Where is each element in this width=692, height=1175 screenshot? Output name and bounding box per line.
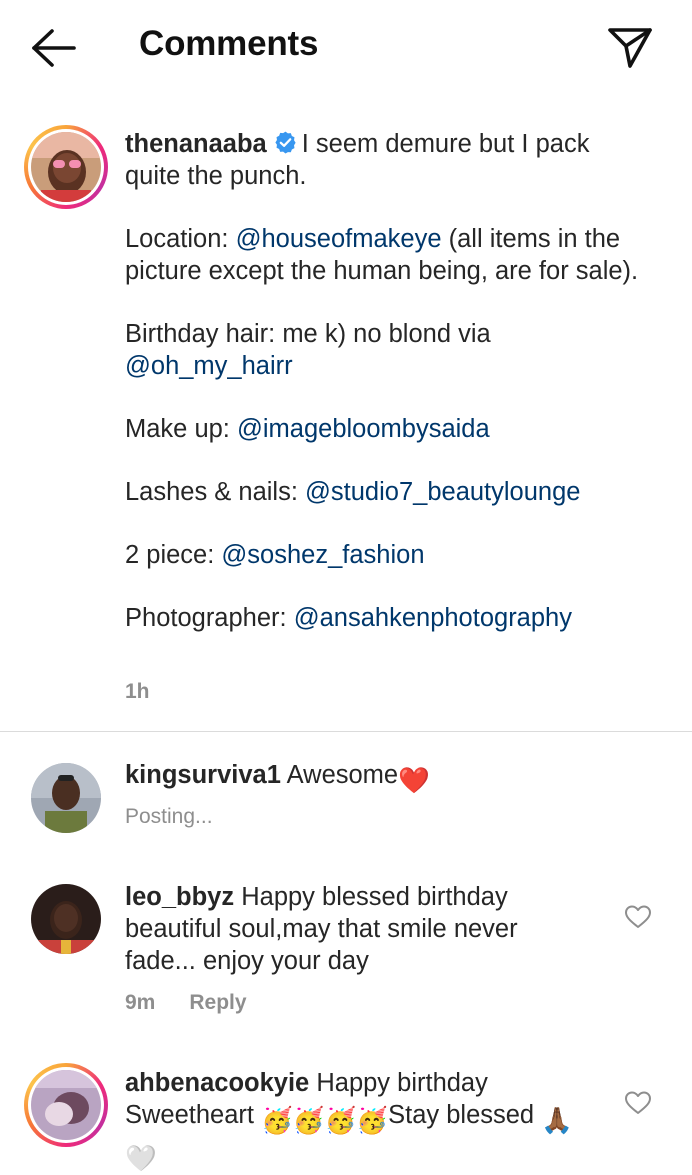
arrow-left-icon [32, 29, 76, 67]
back-button[interactable] [30, 28, 78, 68]
avatar[interactable] [31, 763, 101, 833]
avatar [31, 1070, 101, 1140]
heart-outline-icon [625, 1091, 651, 1114]
mention-link[interactable]: @soshez_fashion [221, 541, 424, 569]
share-button[interactable] [604, 24, 656, 70]
reply-button[interactable]: Reply [189, 991, 246, 1014]
mention-link[interactable]: @oh_my_hairr [125, 352, 293, 380]
comment-body: leo_bbyz Happy blessed birthday beautifu… [125, 883, 518, 975]
caption-makeup: Make up: @imagebloombysaida [125, 415, 490, 443]
verified-badge-icon [275, 131, 296, 154]
caption-timestamp: 1h [125, 680, 150, 703]
like-button[interactable] [624, 1090, 652, 1116]
comment-body: ahbenacookyie Happy birthday Sweetheart … [125, 1069, 573, 1173]
caption-location: Location: @houseofmakeye (all items in t… [125, 225, 639, 285]
comment-username[interactable]: kingsurviva1 [125, 761, 281, 789]
mention-link[interactable]: @studio7_beautylounge [305, 478, 580, 506]
caption-piece: 2 piece: @soshez_fashion [125, 541, 425, 569]
heart-emoji: ❤️ [398, 767, 430, 795]
comment-avatar-ring[interactable] [24, 1063, 108, 1147]
caption-username[interactable]: thenanaaba [125, 130, 267, 158]
comment-username[interactable]: ahbenacookyie [125, 1069, 309, 1097]
caption-hair: Birthday hair: me k) no blond via @oh_my… [125, 320, 491, 380]
mention-link[interactable]: @imagebloombysaida [237, 415, 490, 443]
party-face-emoji: 🥳🥳🥳🥳 [261, 1107, 389, 1135]
avatar [31, 132, 101, 202]
posting-status: Posting... [125, 805, 213, 828]
caption-photographer: Photographer: @ansahkenphotography [125, 604, 572, 632]
comment-timestamp: 9m [125, 991, 156, 1014]
comment-meta: 9m Reply [125, 991, 247, 1015]
page-title: Comments [139, 24, 319, 63]
comment-username[interactable]: leo_bbyz [125, 883, 234, 911]
comment-body: kingsurviva1 Awesome❤️ [125, 761, 430, 795]
white-heart-emoji: 🤍 [125, 1145, 157, 1173]
divider [0, 731, 692, 732]
caption-lashes: Lashes & nails: @studio7_beautylounge [125, 478, 581, 506]
avatar[interactable] [31, 884, 101, 954]
paper-plane-icon [608, 28, 652, 68]
heart-outline-icon [625, 905, 651, 928]
mention-link[interactable]: @houseofmakeye [236, 225, 442, 253]
pray-emoji: 🙏🏾 [541, 1107, 573, 1135]
caption-avatar-ring[interactable] [24, 125, 108, 209]
mention-link[interactable]: @ansahkenphotography [294, 604, 572, 632]
header-bar: Comments [0, 0, 692, 96]
like-button[interactable] [624, 904, 652, 930]
post-caption: thenanaaba I seem demure but I pack quit… [125, 128, 645, 634]
